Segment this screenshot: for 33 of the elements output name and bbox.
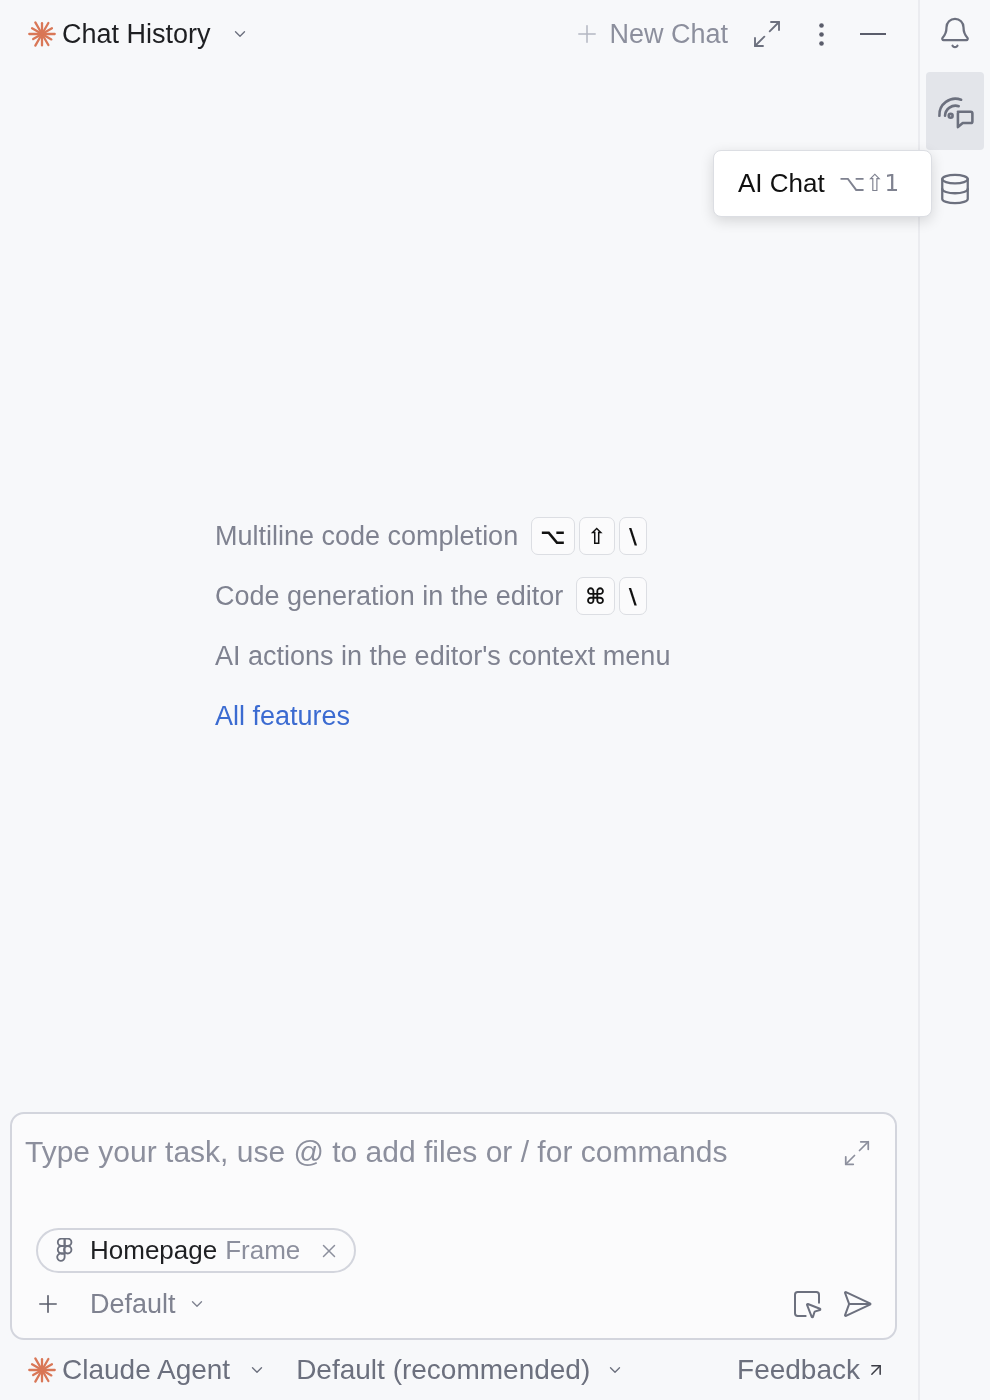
task-input-field[interactable]: Type your task, use @ to add files or / for commands — [25, 1132, 841, 1178]
send-icon — [841, 1288, 873, 1320]
starburst-icon — [28, 1356, 56, 1384]
feedback-link[interactable]: Feedback — [737, 1349, 886, 1391]
attachment-chip[interactable]: Homepage Frame — [36, 1228, 357, 1273]
tip-text: AI actions in the editor's context menu — [215, 639, 671, 673]
key-cap: ⌘ — [576, 577, 615, 615]
attachment-type: Frame — [225, 1234, 301, 1267]
tooltip-shortcut: ⌥⇧1 — [838, 169, 900, 199]
pointer-square-icon — [791, 1288, 823, 1320]
key-cap: \ — [618, 577, 647, 615]
key-cap: ⇧ — [578, 517, 615, 555]
minimize-icon — [860, 33, 886, 35]
select-element-button[interactable] — [791, 1288, 823, 1320]
more-icon — [818, 22, 824, 46]
agent-dropdown[interactable]: Claude Agent — [28, 1349, 267, 1391]
all-features-link[interactable]: All features — [215, 695, 351, 737]
starburst-icon — [28, 20, 56, 48]
key-cap: \ — [618, 517, 647, 555]
notifications-icon — [938, 15, 972, 51]
tip-text: Multiline code completion — [215, 519, 519, 553]
send-button[interactable] — [841, 1288, 873, 1320]
tool-window-button[interactable] — [926, 72, 984, 150]
model-dropdown[interactable]: Default (recommended) — [296, 1349, 625, 1391]
tip-text: Code generation in the editor — [215, 579, 564, 613]
attachment-name: Homepage — [90, 1234, 218, 1267]
key-cap: ⌥ — [531, 517, 575, 555]
chat-history-dropdown[interactable]: Chat History — [28, 13, 249, 55]
tooltip-label: AI Chat — [738, 167, 825, 200]
figma-icon — [54, 1237, 74, 1264]
expand-icon — [751, 18, 783, 50]
mode-dropdown[interactable]: Default — [90, 1283, 206, 1325]
expand-icon — [842, 1138, 872, 1168]
